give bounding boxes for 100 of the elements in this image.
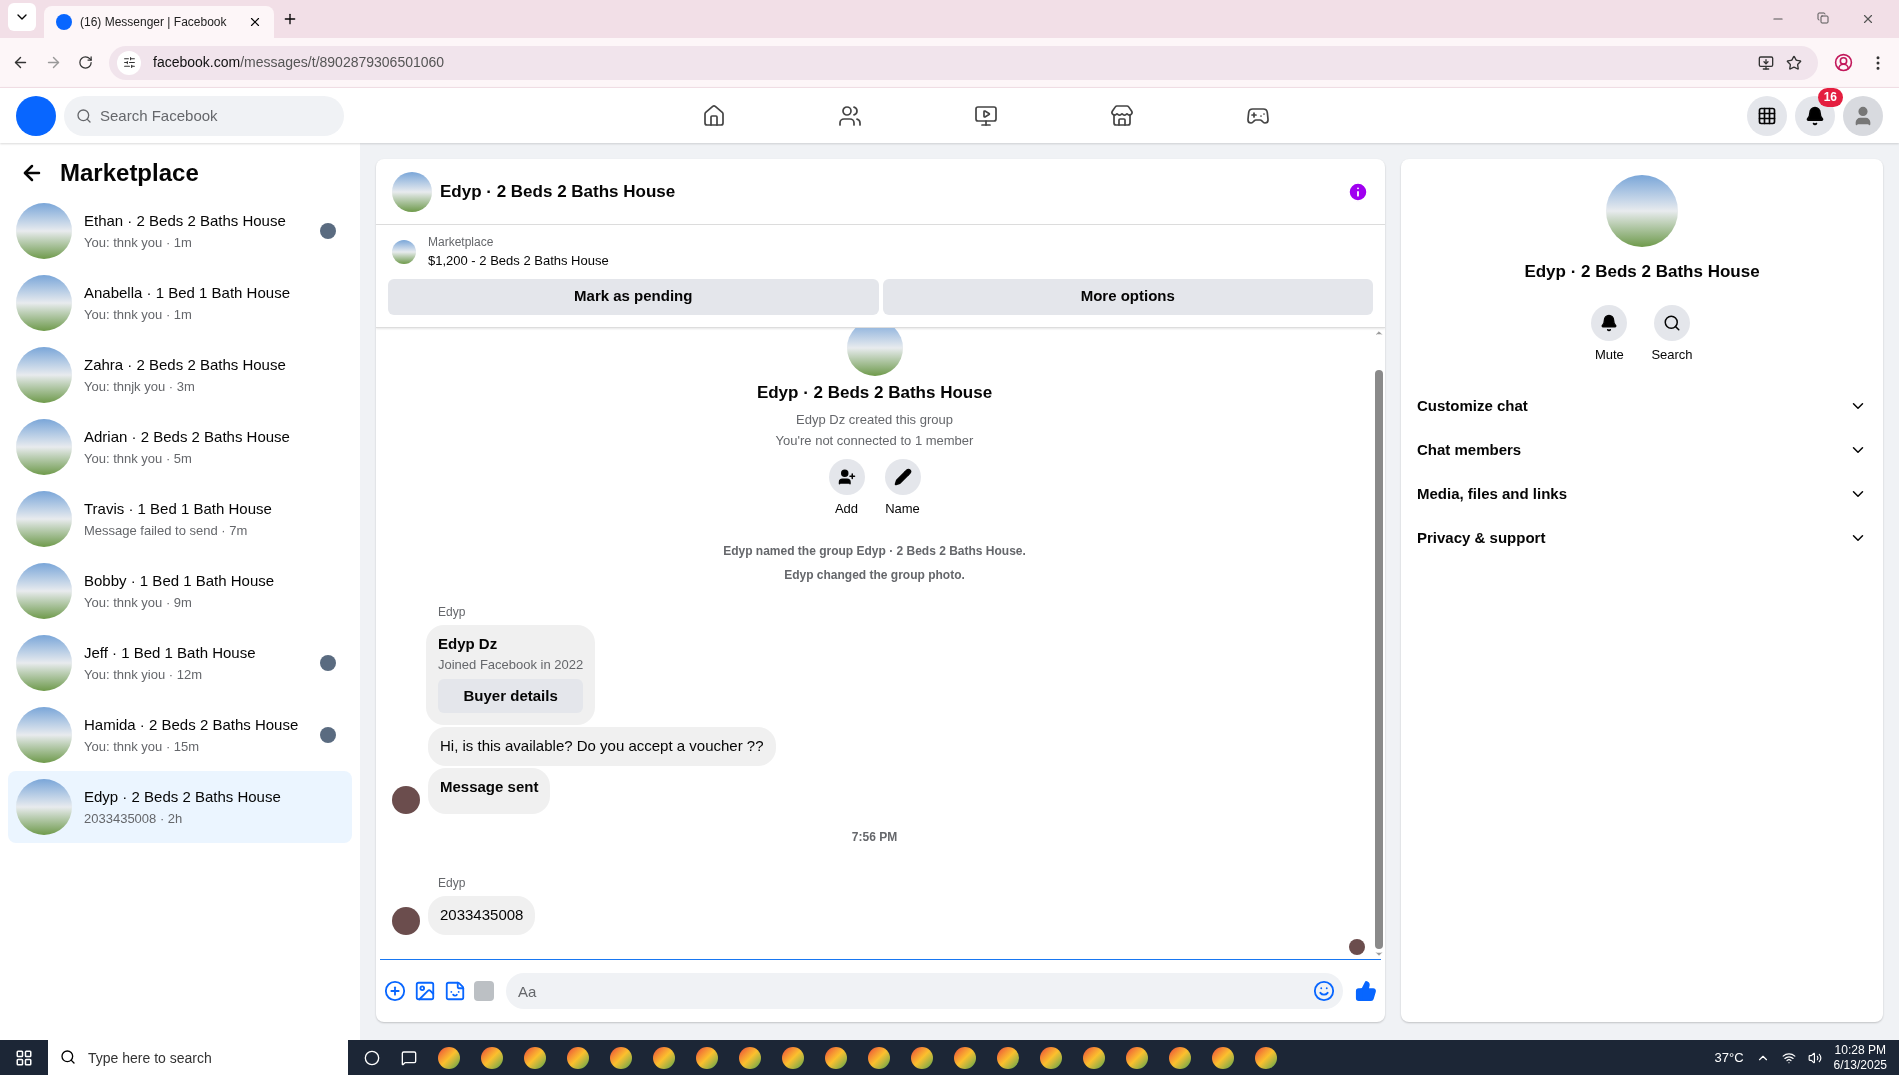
- details-action-button[interactable]: [1654, 304, 1690, 341]
- message-bubble: Message sent: [428, 767, 551, 814]
- listing-action-button[interactable]: More options: [882, 278, 1373, 315]
- app-icon[interactable]: [610, 1046, 632, 1069]
- app-icon[interactable]: [696, 1046, 718, 1069]
- clock-time: 10:28 PM: [1834, 1042, 1886, 1058]
- group-action-label: Name: [885, 500, 920, 518]
- message-bubble: 2033435008: [428, 896, 536, 935]
- info-icon[interactable]: [1347, 180, 1369, 203]
- conversation-title: Edyp · 2 Beds 2 Baths House: [84, 787, 282, 807]
- close-icon[interactable]: [248, 15, 262, 29]
- conversation-preview: You: thnk you · 9m: [84, 593, 193, 612]
- address-bar[interactable]: facebook.com/messages/t/8902879306501060: [109, 45, 1818, 80]
- group-action-button[interactable]: [884, 459, 921, 495]
- taskbar-search-field[interactable]: Type here to search: [48, 1040, 348, 1075]
- app-icon[interactable]: [825, 1046, 847, 1069]
- details-action-label: Search: [1651, 345, 1693, 364]
- photo-icon[interactable]: [414, 980, 436, 1002]
- new-tab-icon[interactable]: [282, 11, 298, 27]
- add-person-icon: [837, 468, 856, 486]
- search-field[interactable]: Search Facebook: [64, 95, 344, 136]
- conversation-item[interactable]: Bobby · 1 Bed 1 Bath House You: thnk you · 9m: [8, 555, 352, 627]
- app-icon[interactable]: [1255, 1046, 1277, 1069]
- group-info-text: You're not connected to 1 member: [775, 432, 974, 450]
- add-icon[interactable]: [384, 980, 406, 1002]
- house-photo: [16, 707, 72, 763]
- details-section[interactable]: Privacy & support: [1417, 516, 1867, 560]
- message-field[interactable]: Aa: [506, 973, 1343, 1009]
- app-icon[interactable]: [954, 1046, 976, 1069]
- scroll-down-icon[interactable]: [1374, 949, 1384, 959]
- conversation-item[interactable]: Hamida · 2 Beds 2 Baths House You: thnk you · 15m: [8, 699, 352, 771]
- close-window-icon[interactable]: [1861, 12, 1875, 26]
- app-icon[interactable]: [567, 1046, 589, 1069]
- app-icon[interactable]: [868, 1046, 890, 1069]
- house-photo: [16, 563, 72, 619]
- app-icon[interactable]: [739, 1046, 761, 1069]
- conversation-item[interactable]: Zahra · 2 Beds 2 Baths House You: thnjk you · 3m: [8, 339, 352, 411]
- account-button[interactable]: [1843, 95, 1883, 136]
- conversation-title: Hamida · 2 Beds 2 Baths House: [84, 715, 300, 735]
- house-photo: [16, 635, 72, 691]
- app-icon[interactable]: [1083, 1046, 1105, 1069]
- notification-count: 16: [1817, 87, 1843, 107]
- buyer-joined-text: Joined Facebook in 2022: [438, 656, 584, 674]
- browser-tab[interactable]: (16) Messenger | Facebook: [44, 6, 274, 38]
- emoji-icon[interactable]: [1313, 980, 1335, 1002]
- people-icon[interactable]: [837, 103, 862, 128]
- conversation-item[interactable]: Adrian · 2 Beds 2 Baths House You: thnk you · 5m: [8, 411, 352, 483]
- house-photo: [16, 203, 72, 259]
- forward-icon[interactable]: [45, 54, 62, 71]
- volume-icon[interactable]: [1807, 1050, 1822, 1065]
- listing-action-button[interactable]: Mark as pending: [388, 278, 879, 315]
- house-photo: [392, 239, 416, 264]
- timestamp: 7:56 PM: [851, 829, 898, 846]
- app-icon[interactable]: [911, 1046, 933, 1069]
- bookmark-star-icon[interactable]: [1786, 54, 1802, 71]
- tab-list-button[interactable]: [8, 3, 36, 31]
- like-icon[interactable]: [1355, 980, 1377, 1002]
- app-icon[interactable]: [1040, 1046, 1062, 1069]
- sticker-icon[interactable]: [444, 980, 466, 1002]
- site-settings-icon[interactable]: [122, 56, 136, 69]
- details-section[interactable]: Media, files and links: [1417, 472, 1867, 516]
- profile-icon[interactable]: [1834, 53, 1853, 72]
- group-title: Edyp · 2 Beds 2 Baths House: [756, 381, 993, 404]
- app-icon[interactable]: [1126, 1046, 1148, 1069]
- read-receipt-avatar: [1349, 939, 1365, 955]
- video-icon[interactable]: [973, 103, 998, 128]
- conversation-item[interactable]: Travis · 1 Bed 1 Bath House Message failed to send · 7m: [8, 483, 352, 555]
- facebook-logo[interactable]: [16, 95, 56, 136]
- store-icon[interactable]: [1109, 103, 1134, 128]
- buyer-details-button[interactable]: Buyer details: [438, 678, 584, 713]
- app-icon[interactable]: [782, 1046, 804, 1069]
- back-icon[interactable]: [12, 54, 29, 71]
- details-section[interactable]: Chat members: [1417, 428, 1867, 472]
- app-icon[interactable]: [1212, 1046, 1234, 1069]
- wifi-icon[interactable]: [1781, 1050, 1796, 1065]
- install-icon[interactable]: [1758, 54, 1774, 71]
- task-view-icon[interactable]: [364, 1049, 380, 1066]
- listing-label: Marketplace: [428, 234, 495, 251]
- reload-icon[interactable]: [78, 55, 93, 70]
- app-icon[interactable]: [1169, 1046, 1191, 1069]
- conversation-item[interactable]: Anabella · 1 Bed 1 Bath House You: thnk you · 1m: [8, 267, 352, 339]
- restore-icon[interactable]: [1817, 12, 1829, 24]
- details-action-button[interactable]: [1591, 304, 1628, 341]
- house-photo: [16, 491, 72, 547]
- group-action-button[interactable]: [828, 459, 865, 495]
- app-icon[interactable]: [653, 1046, 675, 1069]
- widgets-icon[interactable]: [401, 1049, 417, 1066]
- app-icon[interactable]: [997, 1046, 1019, 1069]
- sidebar-title: Marketplace: [60, 158, 199, 188]
- app-icon[interactable]: [438, 1046, 460, 1069]
- conversation-item[interactable]: Jeff · 1 Bed 1 Bath House You: thnk yiou · 12m: [8, 627, 352, 699]
- details-section[interactable]: Customize chat: [1417, 384, 1867, 428]
- bell-icon: [1805, 105, 1825, 126]
- app-icon[interactable]: [481, 1046, 503, 1069]
- pencil-icon: [893, 468, 912, 486]
- home-icon[interactable]: [701, 103, 726, 128]
- conversation-item[interactable]: Ethan · 2 Beds 2 Baths House You: thnk you · 1m: [8, 195, 352, 267]
- menu-button[interactable]: [1747, 95, 1787, 136]
- conversation-item[interactable]: Edyp · 2 Beds 2 Baths House 2033435008 · 2h: [8, 771, 352, 843]
- app-icon[interactable]: [524, 1046, 546, 1069]
